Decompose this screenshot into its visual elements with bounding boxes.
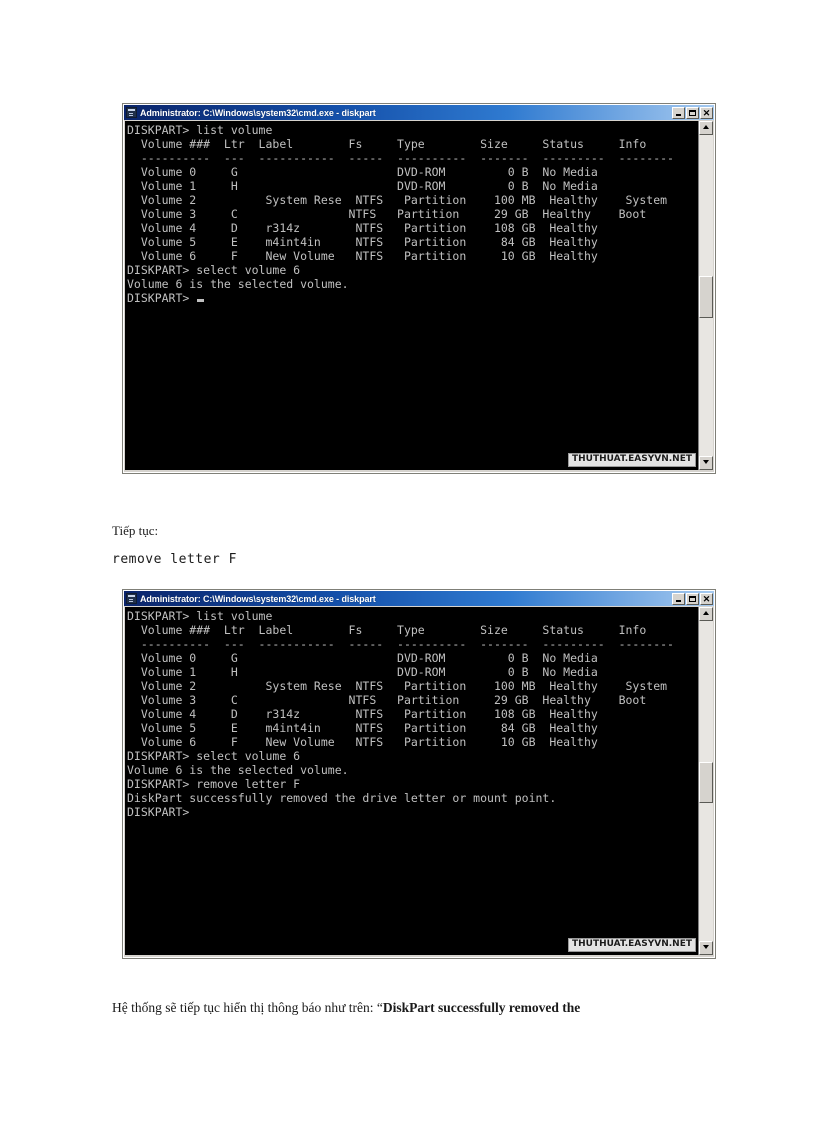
window-title-2: Administrator: C:\Windows\system32\cmd.e…: [140, 593, 376, 604]
terminal-line: DISKPART> select volume 6: [127, 263, 301, 277]
window-controls-2: ✕: [672, 592, 713, 605]
scrollbar-track-1[interactable]: [699, 135, 713, 456]
window-title-1: Administrator: C:\Windows\system32\cmd.e…: [140, 107, 376, 118]
paragraph-tiep-tuc: Tiếp tục:: [112, 523, 159, 538]
scroll-up-arrow-icon[interactable]: [699, 121, 713, 135]
terminal-body-1: DISKPART> list volume Volume ### Ltr Lab…: [125, 121, 713, 470]
document-page: Administrator: C:\Windows\system32\cmd.e…: [0, 0, 816, 1123]
minimize-icon: [676, 113, 681, 116]
titlebar-1[interactable]: Administrator: C:\Windows\system32\cmd.e…: [124, 105, 714, 120]
terminal-line: Volume 3 C NTFS Partition 29 GB Healthy …: [127, 693, 647, 707]
terminal-line: ---------- --- ----------- ----- -------…: [127, 637, 674, 651]
terminal-line: Volume 2 System Rese NTFS Partition 100 …: [127, 193, 668, 207]
terminal-line: Volume 6 F New Volume NTFS Partition 10 …: [127, 735, 598, 749]
terminal-line: Volume 6 F New Volume NTFS Partition 10 …: [127, 249, 598, 263]
paragraph-bottom-plain: Hệ thống sẽ tiếp tục hiển thị thông báo …: [112, 1000, 383, 1015]
cursor: [197, 299, 205, 302]
close-icon: ✕: [702, 593, 711, 604]
terminal-line: Volume 0 G DVD-ROM 0 B No Media: [127, 165, 598, 179]
terminal-line: Volume 3 C NTFS Partition 29 GB Healthy …: [127, 207, 647, 221]
maximize-icon: [689, 109, 696, 116]
terminal-body-2: DISKPART> list volume Volume ### Ltr Lab…: [125, 607, 713, 955]
command-remove-letter: remove letter F: [112, 552, 237, 567]
close-icon: ✕: [702, 107, 711, 118]
maximize-button-2[interactable]: [686, 592, 699, 605]
terminal-line: Volume 1 H DVD-ROM 0 B No Media: [127, 179, 598, 193]
terminal-prompt-line: DISKPART>: [127, 805, 190, 819]
scrollbar-track-2[interactable]: [699, 621, 713, 941]
terminal-screen-2[interactable]: DISKPART> list volume Volume ### Ltr Lab…: [125, 607, 698, 955]
scrollbar-thumb-1[interactable]: [699, 276, 713, 318]
terminal-line: ---------- --- ----------- ----- -------…: [127, 151, 674, 165]
terminal-line: Volume ### Ltr Label Fs Type Size Status…: [127, 623, 647, 637]
scrollbar-1[interactable]: [698, 121, 713, 470]
scroll-down-arrow-icon[interactable]: [699, 456, 713, 470]
maximize-icon: [689, 595, 696, 602]
terminal-line: Volume 4 D r314z NTFS Partition 108 GB H…: [127, 221, 598, 235]
terminal-line: Volume 1 H DVD-ROM 0 B No Media: [127, 665, 598, 679]
scrollbar-thumb-2[interactable]: [699, 761, 713, 804]
cmd-icon: [126, 593, 137, 604]
maximize-button-1[interactable]: [686, 106, 699, 119]
terminal-line: DiskPart successfully removed the drive …: [127, 791, 557, 805]
window-controls-1: ✕: [672, 106, 713, 119]
close-button-2[interactable]: ✕: [700, 592, 713, 605]
paragraph-bottom-bold: DiskPart successfully removed the: [382, 1000, 581, 1015]
terminal-screen-1[interactable]: DISKPART> list volume Volume ### Ltr Lab…: [125, 121, 698, 470]
terminal-prompt-line: DISKPART>: [127, 291, 698, 305]
minimize-button-1[interactable]: [672, 106, 685, 119]
terminal-line: DISKPART> remove letter F: [127, 777, 301, 791]
terminal-line: Volume 4 D r314z NTFS Partition 108 GB H…: [127, 707, 598, 721]
terminal-line: DISKPART> select volume 6: [127, 749, 301, 763]
cmd-window-1[interactable]: Administrator: C:\Windows\system32\cmd.e…: [122, 103, 716, 474]
paragraph-bottom: Hệ thống sẽ tiếp tục hiển thị thông báo …: [112, 1000, 580, 1016]
terminal-line: DISKPART> list volume: [127, 123, 273, 137]
cmd-window-2[interactable]: Administrator: C:\Windows\system32\cmd.e…: [122, 589, 716, 959]
cmd-icon: [126, 107, 137, 118]
scroll-down-arrow-icon[interactable]: [699, 941, 713, 955]
terminal-line: Volume 6 is the selected volume.: [127, 277, 349, 291]
terminal-line: Volume 0 G DVD-ROM 0 B No Media: [127, 651, 598, 665]
minimize-icon: [676, 599, 681, 602]
terminal-line: Volume 2 System Rese NTFS Partition 100 …: [127, 679, 668, 693]
terminal-line: Volume ### Ltr Label Fs Type Size Status…: [127, 137, 647, 151]
close-button-1[interactable]: ✕: [700, 106, 713, 119]
scroll-up-arrow-icon[interactable]: [699, 607, 713, 621]
terminal-line: DISKPART> list volume: [127, 609, 273, 623]
minimize-button-2[interactable]: [672, 592, 685, 605]
watermark-2: THUTHUAT.EASYVN.NET: [568, 938, 696, 952]
scrollbar-2[interactable]: [698, 607, 713, 955]
watermark-1: THUTHUAT.EASYVN.NET: [568, 453, 696, 467]
terminal-line: Volume 5 E m4int4in NTFS Partition 84 GB…: [127, 721, 598, 735]
terminal-line: Volume 5 E m4int4in NTFS Partition 84 GB…: [127, 235, 598, 249]
terminal-line: Volume 6 is the selected volume.: [127, 763, 349, 777]
titlebar-2[interactable]: Administrator: C:\Windows\system32\cmd.e…: [124, 591, 714, 606]
terminal-prompt: DISKPART>: [127, 291, 197, 305]
